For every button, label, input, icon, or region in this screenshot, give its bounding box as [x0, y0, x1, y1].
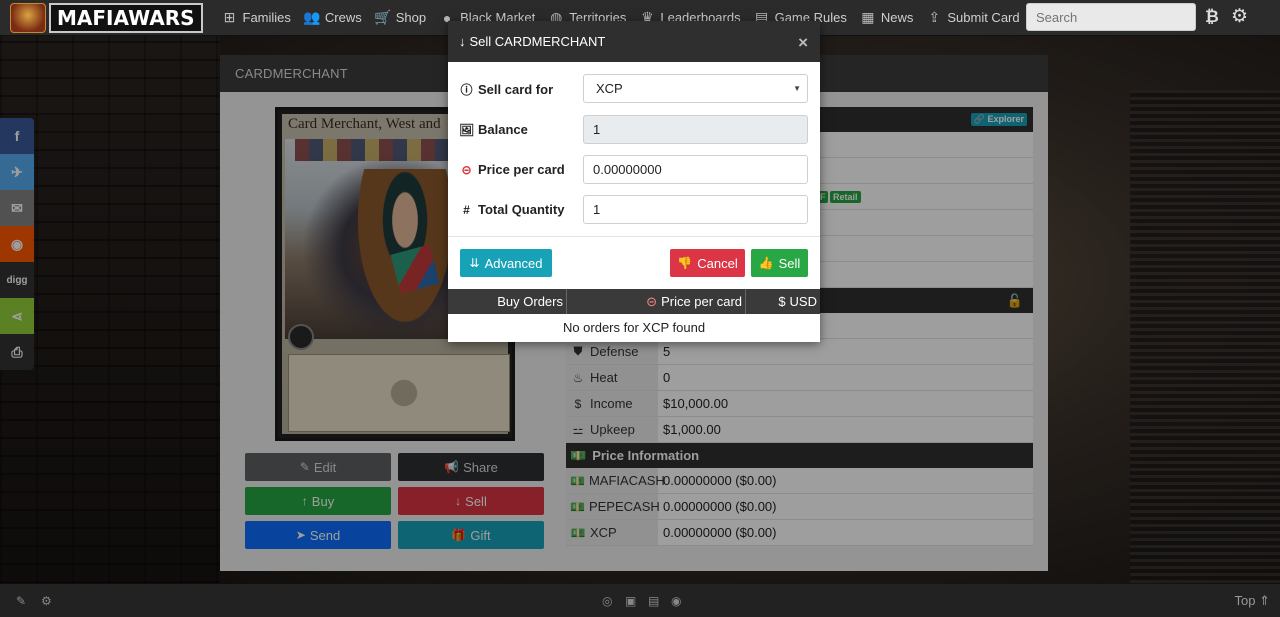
col-usd-label: USD — [789, 294, 817, 309]
logo-emblem-icon — [10, 2, 46, 33]
confirm-sell-button[interactable]: 👍 Sell — [751, 249, 808, 277]
quantity-row: # Total Quantity 1 — [448, 195, 820, 225]
col-usd[interactable]: $ USD — [746, 289, 820, 314]
advanced-button[interactable]: ⇊ Advanced — [460, 249, 552, 277]
advanced-label: Advanced — [484, 255, 543, 271]
nav-item-submit-card[interactable]: ⇪ Submit Card — [925, 9, 1019, 26]
balance-label-text: Balance — [478, 122, 528, 137]
nav-item-label: Families — [242, 10, 291, 25]
buy-orders-empty-message: No orders for XCP found — [562, 320, 706, 335]
modal-title: Sell CARDMERCHANT — [469, 34, 606, 49]
sell-for-select[interactable]: XCP ▼ — [583, 74, 808, 103]
chevron-down-icon: ▼ — [793, 84, 801, 93]
col-price-label: Price per card — [661, 294, 742, 309]
logo-text: MAFIAWARS — [49, 2, 203, 33]
arrow-down-icon: ↓ — [459, 34, 466, 49]
buy-orders-table-header: Buy Orders ⊝ Price per card $ USD — [448, 289, 820, 314]
nav-item-families[interactable]: ⊞ Families — [221, 9, 291, 26]
nav-item-shop[interactable]: 🛒 Shop — [374, 9, 426, 26]
telegram-icon[interactable]: ◉ — [671, 594, 681, 608]
sell-card-modal: ↓ Sell CARDMERCHANT × ⓘ Sell card for XCP… — [448, 21, 820, 342]
instagram-icon[interactable]: ◎ — [602, 594, 612, 608]
sell-for-row: ⓘ Sell card for XCP ▼ — [448, 74, 820, 104]
nav-item-crews[interactable]: 👥 Crews — [303, 9, 362, 26]
sell-for-label: ⓘ Sell card for — [459, 81, 553, 98]
edit-note-icon[interactable]: ✎ — [16, 594, 26, 608]
sell-confirm-label: Sell — [778, 255, 801, 271]
sitemap-icon: ⊞ — [223, 9, 236, 25]
back-to-top-link[interactable]: Top ⇑ — [1235, 593, 1270, 609]
dollar-icon: $ — [778, 294, 786, 309]
thumbs-up-icon: 👍 — [758, 256, 774, 270]
modal-divider — [448, 236, 820, 237]
twitter-square-icon[interactable]: ▣ — [625, 594, 636, 608]
sell-for-label-text: Sell card for — [478, 82, 554, 97]
modal-header: ↓ Sell CARDMERCHANT × — [448, 21, 820, 62]
cart-icon: 🛒 — [374, 9, 392, 25]
nav-item-news[interactable]: ▦ News — [859, 9, 914, 26]
picture-icon: 🖼 — [459, 122, 475, 137]
thumbs-down-icon: 👎 — [677, 256, 693, 270]
counterparty-coin-icon: ⊝ — [646, 293, 658, 309]
cancel-button[interactable]: 👎 Cancel — [670, 249, 745, 277]
price-label: ⊝ Price per card — [459, 162, 565, 177]
upload-icon: ⇪ — [928, 9, 941, 25]
bitcoin-icon[interactable]: ₿ — [1205, 7, 1219, 27]
nav-item-label: Crews — [324, 10, 362, 25]
chevrons-down-icon: ⇊ — [469, 256, 480, 270]
quantity-label-text: Total Quantity — [478, 202, 565, 217]
balance-label: 🖼 Balance — [459, 122, 528, 137]
col-buy-orders[interactable]: Buy Orders — [448, 289, 567, 314]
col-price-per-card[interactable]: ⊝ Price per card — [567, 289, 746, 314]
settings-gears-icon[interactable]: ⚙ — [1231, 5, 1248, 28]
hashtag-icon: # — [463, 202, 470, 217]
sell-for-value: XCP — [596, 81, 623, 96]
users-icon: 👥 — [303, 9, 321, 25]
price-row: ⊝ Price per card 0.00000000 — [448, 155, 820, 185]
newspaper-icon: ▦ — [861, 9, 875, 25]
nav-item-label: News — [880, 10, 914, 25]
price-label-text: Price per card — [478, 162, 565, 177]
footer-bar: ✎ ⚙ ◎ ▣ ▤ ◉ Top ⇑ — [0, 584, 1280, 617]
info-circle-icon: ⓘ — [460, 83, 473, 97]
image-icon[interactable]: ▤ — [648, 594, 659, 608]
search-input[interactable] — [1026, 3, 1196, 31]
settings-icon[interactable]: ⚙ — [41, 594, 52, 608]
site-logo[interactable]: MAFIAWARS — [10, 2, 203, 34]
cancel-label: Cancel — [697, 255, 738, 271]
balance-row: 🖼 Balance 1 — [448, 115, 820, 145]
quantity-label: # Total Quantity — [459, 202, 564, 217]
balance-field: 1 — [583, 115, 808, 144]
close-icon[interactable]: × — [798, 33, 808, 53]
quantity-input[interactable]: 1 — [583, 195, 808, 224]
price-per-card-input[interactable]: 0.00000000 — [583, 155, 808, 184]
nav-item-label: Submit Card — [947, 10, 1020, 25]
nav-item-label: Shop — [395, 10, 427, 25]
counterparty-coin-icon: ⊝ — [461, 162, 472, 177]
